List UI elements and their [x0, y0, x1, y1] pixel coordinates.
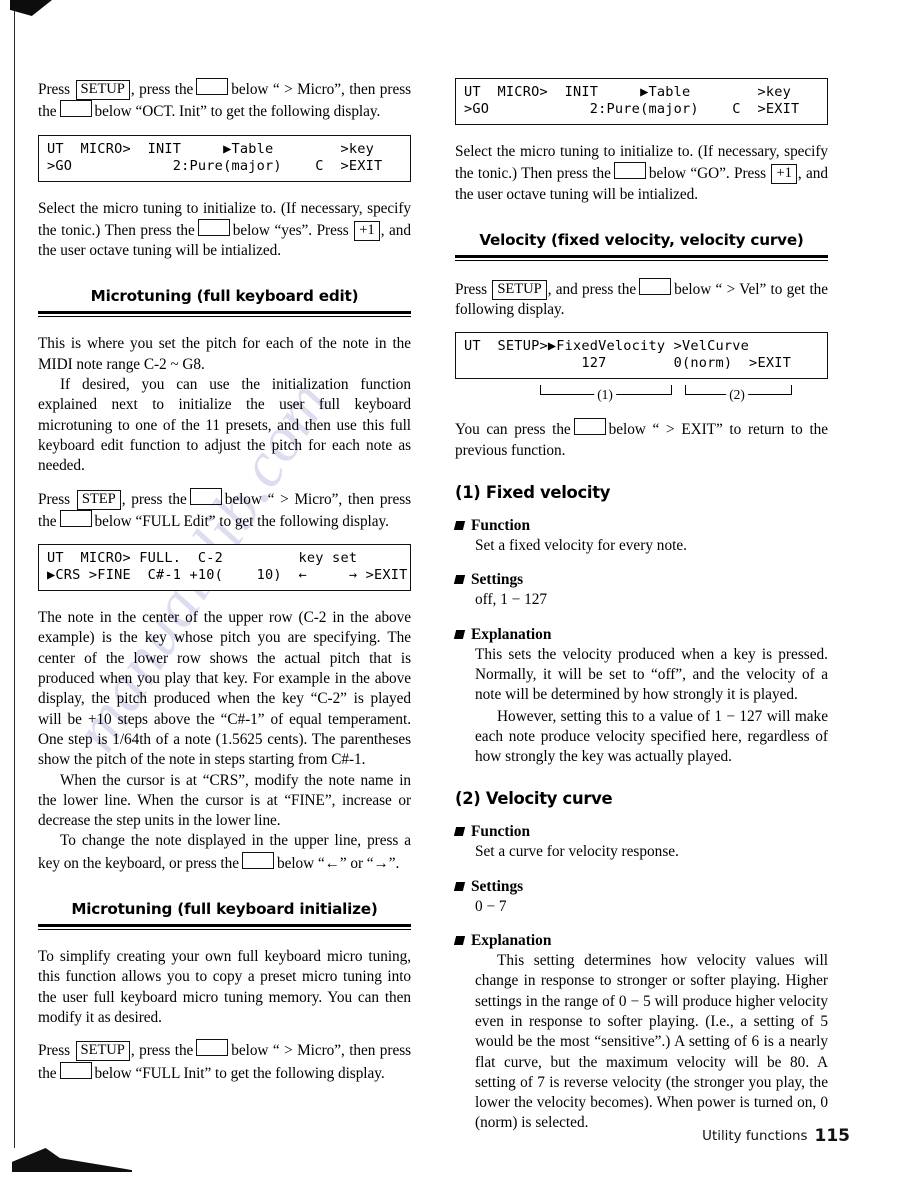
heading-rule	[38, 311, 411, 318]
paragraph-press-step-full-edit: Press STEP, press the below “ > Micro”, t…	[38, 487, 411, 533]
page-number: 115	[814, 1126, 851, 1146]
lcd-display-micro-full-edit: UT MICRO> FULL. C-2 key set ▶CRS >FINE C#…	[38, 544, 411, 592]
item-body-function: Set a fixed velocity for every note.	[475, 537, 687, 555]
item-heading-explanation: Explanation	[453, 625, 828, 644]
square-bullet-icon	[453, 827, 466, 837]
item-body-explanation-p2: However, setting this to a value of 1 − …	[475, 707, 828, 766]
heading-rule	[38, 924, 411, 931]
square-bullet-icon	[453, 629, 466, 639]
item-body-settings: off, 1 − 127	[475, 591, 548, 609]
right-column: UT MICRO> INIT ▶Table >key >GO 2:Pure(maj…	[453, 78, 828, 1134]
text-below-go: below “GO”. Press	[648, 165, 767, 183]
square-bullet-icon	[453, 575, 466, 585]
soft-button-placeholder[interactable]	[196, 1039, 229, 1057]
text-press-the: , press the	[121, 490, 187, 508]
text-press-the: , press the	[130, 1042, 194, 1060]
square-bullet-icon	[453, 521, 466, 531]
text-and-press-the: , and press the	[547, 280, 637, 298]
paragraph-pitch-range: This is where you set the pitch for each…	[38, 335, 411, 373]
text-below-arrows: below “←” or “→”.	[276, 854, 400, 872]
paragraph-initialization-function: If desired, you can use the initializati…	[38, 376, 411, 475]
paragraph-select-micro-tuning: Select the micro tuning to initialize to…	[38, 199, 411, 262]
text-press: Press	[455, 280, 488, 298]
soft-button-placeholder[interactable]	[196, 78, 229, 95]
lcd-line-1: UT MICRO> INIT ▶Table >key	[47, 140, 374, 157]
lcd-line-2: 127 0(norm) >EXIT	[464, 355, 791, 372]
page-footer: Utility functions 115	[702, 1126, 850, 1146]
lcd-line-2: ▶CRS >FINE C#-1 +10( 10) ← → >EXIT	[47, 567, 408, 584]
lcd-display-setup-velocity: UT SETUP>▶FixedVelocity >VelCurve 127 0(…	[455, 332, 828, 380]
lcd-line-1: UT MICRO> INIT ▶Table >key	[464, 84, 791, 100]
lcd-line-1: UT MICRO> FULL. C-2 key set	[47, 550, 358, 567]
item-heading-label: Explanation	[471, 625, 552, 643]
heading-rule	[455, 254, 828, 261]
item-body-explanation-p1: This sets the velocity produced when a k…	[475, 645, 828, 704]
text-press-the: , press the	[130, 81, 194, 98]
footer-label: Utility functions	[702, 1129, 808, 1144]
square-bullet-icon	[453, 881, 466, 891]
left-column: Press SETUP, press the below “ > Micro”, …	[38, 78, 411, 1084]
soft-button-placeholder[interactable]	[59, 509, 92, 527]
setup-keycap[interactable]: SETUP	[75, 1041, 130, 1062]
text-press: Press	[38, 81, 71, 98]
item-heading-function: Function	[453, 823, 828, 841]
paragraph-press-exit: You can press the below “ > EXIT” to retu…	[455, 418, 828, 461]
soft-button-placeholder[interactable]	[59, 1061, 92, 1079]
subsection-heading-velocity-curve: (2) Velocity curve	[455, 789, 613, 809]
lcd-display-micro-init-2: UT MICRO> INIT ▶Table >key >GO 2:Pure(maj…	[455, 78, 828, 125]
section-heading-microtuning-full-keyboard-initialize: Microtuning (full keyboard initialize)	[71, 900, 378, 919]
soft-button-placeholder[interactable]	[613, 162, 646, 180]
lcd-line-2: >GO 2:Pure(major) C >EXIT	[47, 157, 383, 174]
paragraph-simplify-creating-tuning: To simplify creating your own full keybo…	[38, 948, 411, 1026]
item-heading-label: Function	[471, 517, 531, 535]
item-heading-settings: Settings	[453, 877, 828, 896]
subsection-heading-fixed-velocity: (1) Fixed velocity	[455, 483, 611, 503]
bracket-2-label: (2)	[726, 387, 748, 404]
paragraph-cursor-crs-fine: When the cursor is at “CRS”, modify the …	[38, 771, 411, 830]
lcd-line-2: >GO 2:Pure(major) C >EXIT	[464, 101, 800, 117]
step-keycap[interactable]: STEP	[76, 489, 121, 510]
plus-one-keycap[interactable]: +1	[771, 164, 797, 185]
item-heading-function: Function	[453, 517, 828, 535]
item-heading-explanation: Explanation	[453, 932, 828, 950]
paragraph-note-center-upper-row: The note in the center of the upper row …	[38, 609, 411, 769]
lcd-display-micro-init: UT MICRO> INIT ▶Table >key >GO 2:Pure(maj…	[38, 134, 411, 182]
section-heading-microtuning-full-keyboard-edit: Microtuning (full keyboard edit)	[90, 287, 359, 306]
soft-button-placeholder[interactable]	[241, 851, 274, 869]
text-below-oct-init: below “OCT. Init” to get the following d…	[94, 103, 381, 121]
item-body-function: Set a curve for velocity response.	[475, 843, 679, 861]
plus-one-keycap[interactable]: +1	[354, 220, 380, 241]
soft-button-placeholder[interactable]	[573, 418, 606, 436]
paragraph-select-micro-tuning-go: Select the micro tuning to initialize to…	[455, 142, 828, 205]
text-below-full-init: below “FULL Init” to get the following d…	[94, 1064, 385, 1082]
item-heading-label: Settings	[471, 571, 524, 589]
soft-button-placeholder[interactable]	[639, 277, 672, 295]
manual-page: Press SETUP, press the below “ > Micro”, …	[0, 0, 905, 1183]
paragraph-press-setup-vel: Press SETUP, and press the below “ > Vel”…	[455, 277, 828, 321]
item-body-settings: 0 − 7	[475, 897, 507, 915]
item-heading-label: Settings	[471, 877, 524, 895]
soft-button-placeholder[interactable]	[197, 218, 230, 236]
item-body-explanation-p1: This setting determines how velocity val…	[475, 952, 828, 1132]
paragraph-press-setup-full-init: Press SETUP, press the below “ > Micro”, …	[38, 1039, 411, 1084]
soft-button-placeholder[interactable]	[189, 487, 222, 505]
bracket-1-label: (1)	[594, 387, 616, 404]
square-bullet-icon	[453, 936, 466, 946]
text-you-can-press: You can press the	[455, 421, 571, 439]
paragraph-change-displayed-note: To change the note displayed in the uppe…	[38, 831, 411, 874]
section-heading-velocity: Velocity (fixed velocity, velocity curve…	[479, 230, 804, 249]
item-heading-label: Function	[471, 823, 531, 841]
text-press: Press	[38, 1042, 71, 1060]
lcd-line-1: UT SETUP>▶FixedVelocity >VelCurve	[464, 338, 750, 355]
soft-button-placeholder[interactable]	[59, 100, 92, 118]
setup-keycap[interactable]: SETUP	[75, 80, 130, 100]
text-below-yes: below “yes”. Press	[232, 221, 349, 239]
item-heading-settings: Settings	[453, 571, 828, 589]
setup-keycap[interactable]: SETUP	[492, 279, 547, 300]
callout-brackets: (1) (2)	[455, 381, 828, 407]
paragraph-press-setup-oct-init: Press SETUP, press the below “ > Micro”, …	[38, 78, 411, 123]
text-below-full-edit: below “FULL Edit” to get the following d…	[94, 512, 389, 530]
item-heading-label: Explanation	[471, 932, 552, 950]
text-press: Press	[38, 490, 71, 508]
